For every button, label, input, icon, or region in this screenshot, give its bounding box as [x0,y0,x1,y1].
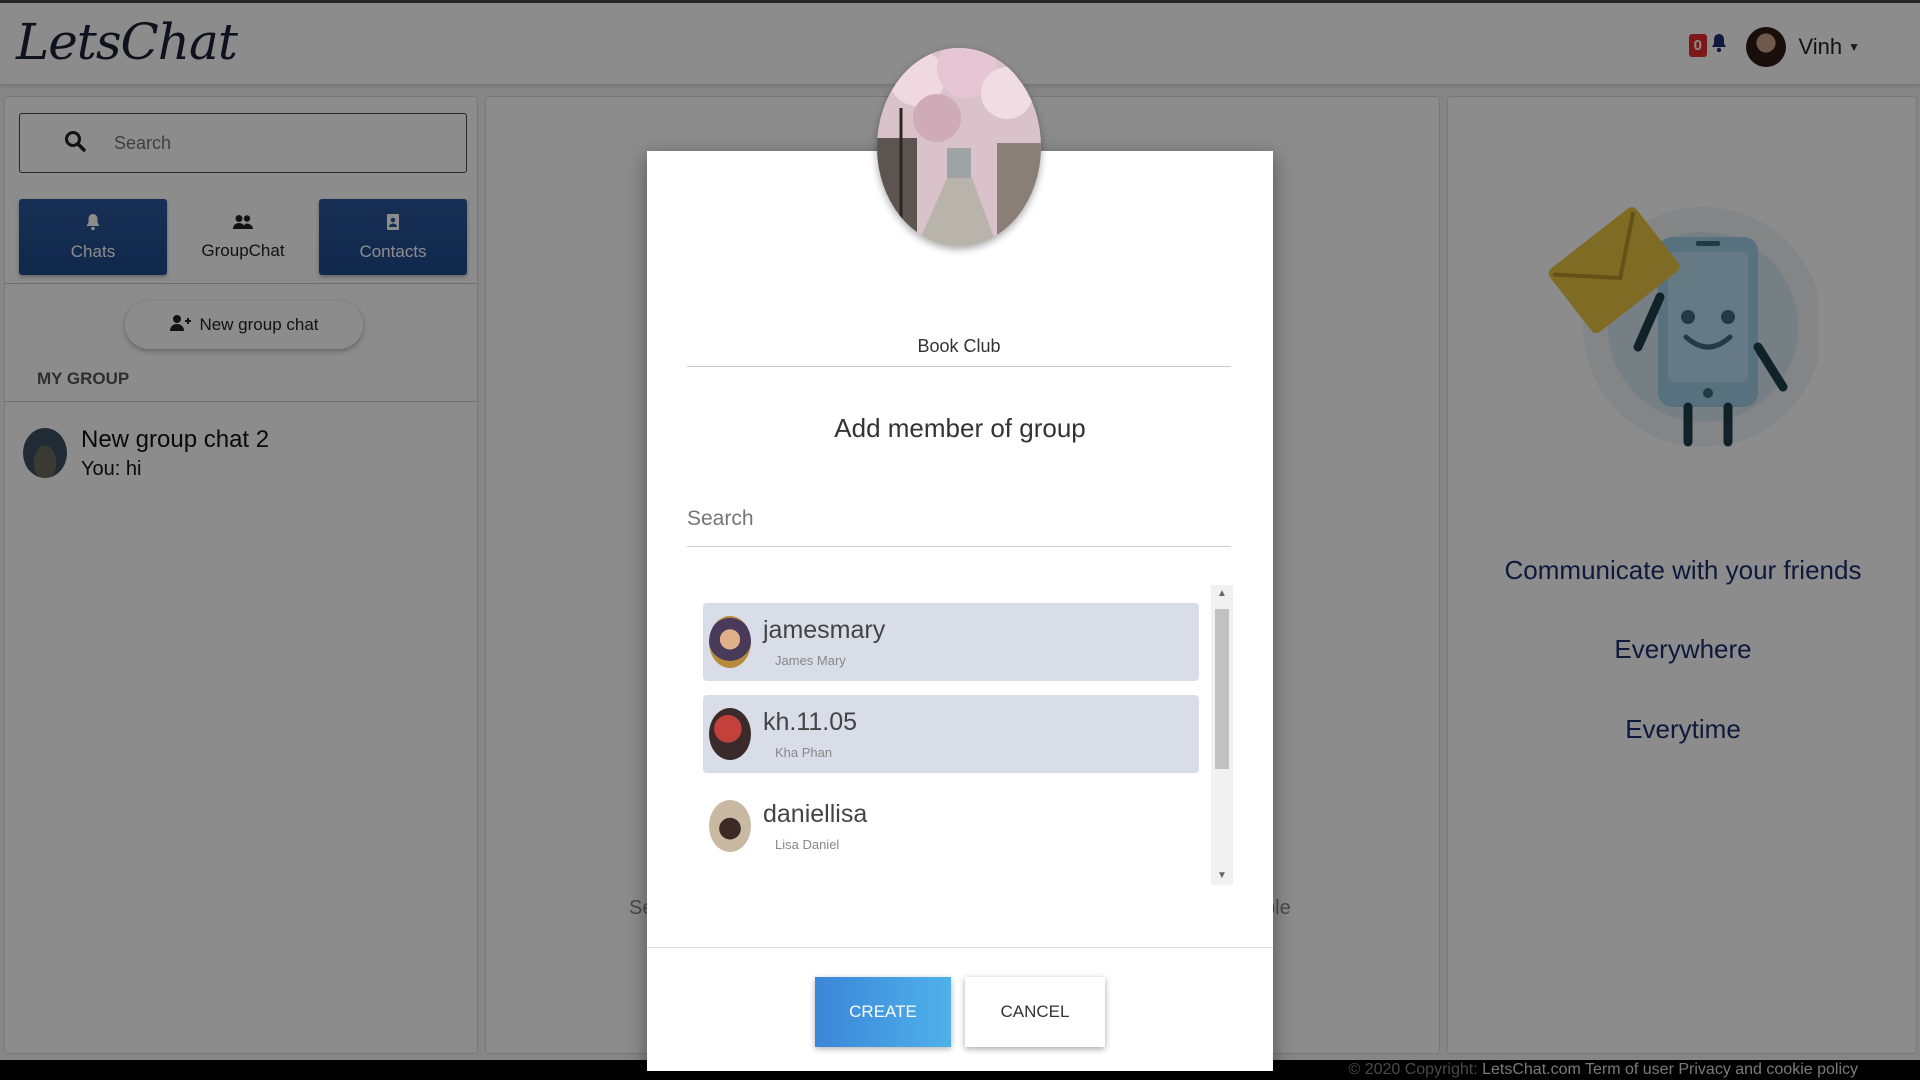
member-item-jamesmary[interactable]: jamesmary James Mary [703,603,1199,681]
group-photo[interactable] [877,48,1041,246]
member-list-scrollbar[interactable]: ▲ ▼ [1211,585,1233,885]
member-full-name: Kha Phan [775,745,833,760]
scroll-down-icon[interactable]: ▼ [1211,867,1233,885]
member-search-input[interactable] [687,491,1231,547]
member-username: jamesmary [763,616,886,644]
dialog-title: Add member of group [834,413,1086,443]
create-button[interactable]: CREATE [815,977,951,1047]
member-full-name: James Mary [775,653,846,668]
scroll-up-icon[interactable]: ▲ [1211,585,1233,603]
member-item-daniellisa[interactable]: daniellisa Lisa Daniel [703,787,1199,865]
dialog-footer-divider [647,947,1273,948]
member-avatar [709,800,751,852]
member-item-kh-11-05[interactable]: kh.11.05 Kha Phan [703,695,1199,773]
create-group-dialog: Add member of group jamesmary James Mary… [647,151,1273,1071]
member-username: daniellisa [763,800,868,828]
street-photo-image [877,48,1041,246]
group-name-input[interactable] [687,327,1231,367]
member-avatar [709,616,751,668]
member-username: kh.11.05 [763,708,858,736]
member-full-name: Lisa Daniel [775,837,840,852]
scrollbar-thumb[interactable] [1215,609,1229,769]
member-list: jamesmary James Mary kh.11.05 Kha Phan d… [687,585,1231,881]
member-avatar [709,708,751,760]
cancel-button[interactable]: CANCEL [965,977,1105,1047]
